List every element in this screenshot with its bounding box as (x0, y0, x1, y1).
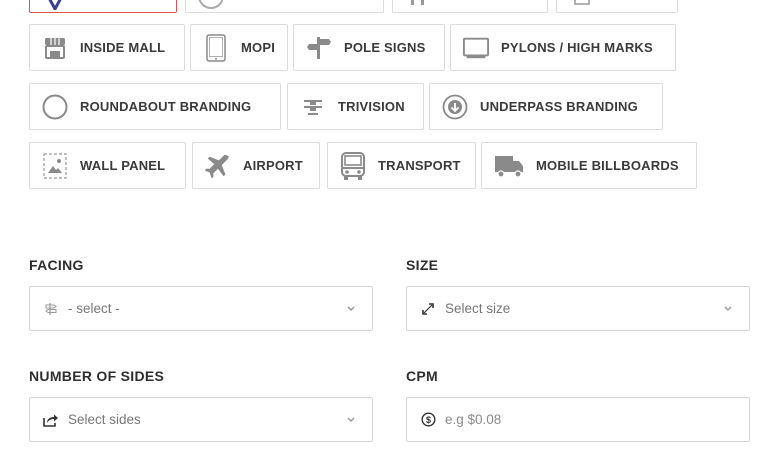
facing-value: - select - (68, 301, 120, 316)
chip-label: PYLONS / HIGH MARKS (501, 40, 653, 55)
media-type-airport[interactable]: AIRPORT (192, 142, 320, 189)
wall-panel-icon (42, 152, 68, 179)
expand-icon (420, 301, 436, 317)
bus-icon (340, 151, 366, 180)
storefront-icon (42, 35, 68, 61)
cpm-label: CPM (406, 368, 439, 384)
chip-label: POLE SIGNS (344, 40, 426, 55)
size-label: SIZE (406, 257, 439, 273)
media-type-chip-partial-4[interactable] (556, 0, 678, 13)
monitor-icon (463, 35, 489, 61)
media-type-roundabout-branding[interactable]: ROUNDABOUT BRANDING (29, 83, 281, 130)
signpost-icon (306, 35, 332, 61)
circle-icon (198, 0, 224, 16)
sides-value: Select sides (68, 412, 141, 427)
chip-label: AIRPORT (243, 158, 303, 173)
chip-label: MOPI (241, 40, 276, 55)
tablet-icon (203, 33, 229, 62)
media-type-trivision[interactable]: TRIVISION (287, 83, 424, 130)
media-type-underpass-branding[interactable]: UNDERPASS BRANDING (429, 83, 663, 130)
dollar-circle-icon: $ (420, 412, 436, 428)
media-type-pole-signs[interactable]: POLE SIGNS (293, 24, 445, 71)
media-type-mobile-billboards[interactable]: MOBILE BILLBOARDS (481, 142, 697, 189)
media-type-inside-mall[interactable]: INSIDE MALL (29, 24, 185, 71)
media-type-chip-partial-3[interactable] (392, 0, 548, 13)
circle-icon (42, 94, 68, 120)
direction-sign-icon (43, 301, 59, 317)
media-type-chip-partial-2[interactable] (185, 0, 384, 13)
sides-select[interactable]: Select sides (29, 397, 373, 442)
media-type-mopi[interactable]: MOPI (190, 24, 288, 71)
chevron-down-icon (344, 413, 358, 427)
chip-label: UNDERPASS BRANDING (480, 99, 638, 114)
chip-label: WALL PANEL (80, 158, 166, 173)
down-arrow-circle-icon (442, 94, 468, 120)
facing-label: FACING (29, 257, 84, 273)
sides-label: NUMBER OF SIDES (29, 368, 165, 384)
chip-label: INSIDE MALL (80, 40, 166, 55)
media-type-chip-partial-1[interactable] (29, 0, 177, 13)
media-type-icon (569, 0, 595, 16)
chevron-down-icon (721, 302, 735, 316)
cpm-field[interactable]: $ (406, 397, 750, 442)
media-type-icon (42, 0, 68, 16)
chip-label: ROUNDABOUT BRANDING (80, 99, 252, 114)
chevron-down-icon (344, 302, 358, 316)
svg-text:$: $ (425, 415, 430, 425)
media-type-icon (405, 0, 431, 16)
trivision-icon (300, 94, 326, 120)
chip-label: TRANSPORT (378, 158, 461, 173)
media-type-transport[interactable]: TRANSPORT (327, 142, 476, 189)
chip-label: MOBILE BILLBOARDS (536, 158, 679, 173)
share-icon (43, 412, 59, 428)
media-type-pylons-high-marks[interactable]: PYLONS / HIGH MARKS (450, 24, 676, 71)
airplane-icon (205, 153, 231, 179)
chip-label: TRIVISION (338, 99, 405, 114)
cpm-input[interactable] (445, 412, 735, 427)
size-value: Select size (445, 301, 511, 316)
media-type-wall-panel[interactable]: WALL PANEL (29, 142, 186, 189)
facing-select[interactable]: - select - (29, 286, 373, 331)
size-select[interactable]: Select size (406, 286, 750, 331)
truck-icon (494, 153, 524, 179)
